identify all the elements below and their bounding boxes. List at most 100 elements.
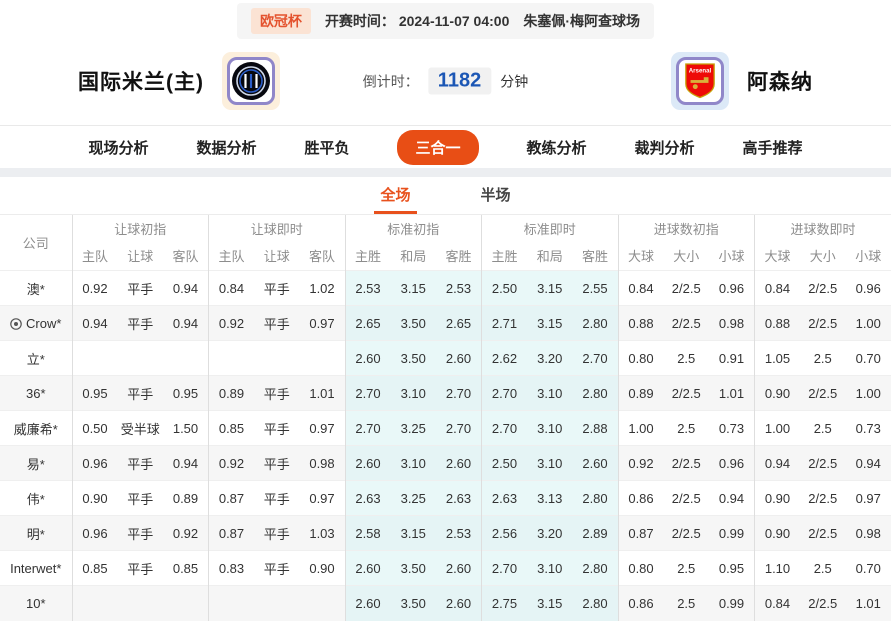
league-badge: 欧冠杯 — [250, 8, 311, 34]
odds-cell-handicap_initial-1: 0.96 — [71, 445, 118, 481]
odds-cell-standard_initial-2: 3.50 — [390, 585, 436, 621]
col-group-handicap_initial: 让球初指 — [71, 214, 209, 242]
odds-cell-handicap_live-1: 0.87 — [208, 515, 254, 551]
odds-cell-standard_initial-3: 2.60 — [436, 550, 482, 586]
odds-cell-goals_live-3: 1.00 — [845, 375, 891, 411]
match-odds-page: 欧冠杯 开赛时间： 2024-11-07 04:00 朱塞佩·梅阿查球场 国际米… — [0, 0, 891, 624]
odds-cell-goals_initial-3: 0.96 — [709, 270, 755, 306]
odds-cell-goals_live-2: 2/2.5 — [800, 270, 846, 306]
odds-cell-handicap_initial-3: 0.85 — [163, 550, 209, 586]
odds-cell-standard_initial-3: 2.60 — [436, 585, 482, 621]
away-team-name: 阿森纳 — [747, 71, 813, 94]
company-cell[interactable]: 明* — [0, 515, 72, 551]
company-cell[interactable]: 澳* — [0, 270, 72, 306]
odds-cell-handicap_live-1: 0.92 — [208, 445, 254, 481]
odds-cell-standard_initial-1: 2.70 — [344, 410, 391, 446]
subtab-1[interactable]: 全场 — [374, 177, 417, 214]
odds-cell-standard_live-3: 2.80 — [572, 550, 618, 586]
nav-tab-6[interactable]: 裁判分析 — [635, 137, 695, 158]
odds-cell-handicap_live-1: 0.92 — [208, 305, 254, 341]
arsenal-crest-icon: Arsenal — [676, 57, 724, 105]
col-sub-handicap_live-1: 主队 — [208, 241, 254, 271]
analysis-nav-tabs: 现场分析 数据分析 胜平负 三合一 教练分析 裁判分析 高手推荐 — [0, 125, 891, 168]
col-group-goals_initial: 进球数初指 — [617, 214, 755, 242]
odds-cell-goals_initial-1: 0.89 — [617, 375, 664, 411]
col-sub-handicap_initial-3: 客队 — [172, 249, 199, 265]
odds-cell-handicap_initial-2 — [117, 340, 163, 376]
odds-cell-handicap_live-3: 0.90 — [299, 550, 345, 586]
odds-cell-standard_initial-3: 2.53 — [436, 270, 482, 306]
countdown-unit: 分钟 — [500, 73, 529, 89]
company-cell[interactable]: 伟* — [0, 480, 72, 516]
odds-cell-handicap_live-2: 平手 — [254, 270, 300, 306]
odds-cell-handicap_initial-3: 0.94 — [163, 445, 209, 481]
nav-tab-2[interactable]: 数据分析 — [196, 137, 256, 158]
company-cell[interactable]: 36* — [0, 375, 72, 411]
company-cell[interactable]: Crow* — [0, 305, 72, 341]
odds-cell-handicap_initial-2: 平手 — [117, 480, 163, 516]
nav-tab-7[interactable]: 高手推荐 — [743, 137, 803, 158]
odds-cell-standard_live-2: 3.10 — [527, 550, 573, 586]
nav-tab-1[interactable]: 现场分析 — [88, 137, 148, 158]
odds-cell-goals_live-3: 0.73 — [845, 410, 891, 446]
odds-cell-goals_initial-1: 0.86 — [617, 480, 664, 516]
nav-tab-4[interactable]: 三合一 — [397, 129, 479, 165]
company-cell[interactable]: 立* — [0, 340, 72, 376]
soccer-ball-icon — [10, 317, 22, 330]
odds-row: 澳* 0.92 平手 0.94 0.84 平手 1.02 2.53 3.15 2.53 2.50 3.… — [0, 270, 891, 306]
kickoff-text: 开赛时间： 2024-11-07 04:00 — [325, 11, 509, 31]
odds-cell-goals_live-1: 0.94 — [754, 445, 800, 481]
odds-cell-handicap_initial-3: 0.94 — [163, 305, 209, 341]
odds-cell-goals_live-2: 2/2.5 — [800, 480, 846, 516]
odds-cell-handicap_initial-2: 受半球 — [117, 410, 163, 446]
odds-cell-handicap_initial-3: 1.50 — [163, 410, 209, 446]
divider-strip — [0, 168, 891, 177]
odds-cell-standard_initial-2: 3.15 — [390, 515, 436, 551]
company-cell[interactable]: 威廉希* — [0, 410, 72, 446]
odds-cell-standard_initial-1: 2.60 — [344, 550, 391, 586]
nav-tab-3[interactable]: 胜平负 — [304, 137, 349, 158]
odds-cell-standard_initial-1: 2.58 — [344, 515, 391, 551]
odds-cell-handicap_live-3 — [299, 585, 345, 621]
company-cell[interactable]: Interwet* — [0, 550, 72, 586]
odds-cell-goals_initial-2: 2/2.5 — [663, 375, 709, 411]
odds-cell-handicap_initial-1: 0.95 — [71, 375, 118, 411]
countdown-value: 1182 — [427, 67, 492, 95]
odds-cell-standard_initial-3: 2.60 — [436, 445, 482, 481]
odds-cell-handicap_live-3: 1.03 — [299, 515, 345, 551]
odds-cell-standard_live-1: 2.75 — [481, 585, 527, 621]
odds-cell-goals_initial-2: 2.5 — [663, 550, 709, 586]
odds-cell-standard_live-2: 3.10 — [527, 375, 573, 411]
odds-cell-handicap_live-2 — [254, 585, 300, 621]
odds-cell-handicap_live-1: 0.84 — [208, 270, 254, 306]
odds-cell-standard_live-2: 3.10 — [527, 410, 573, 446]
odds-cell-handicap_initial-1 — [71, 340, 118, 376]
odds-cell-handicap_initial-2: 平手 — [117, 515, 163, 551]
odds-cell-handicap_live-1 — [208, 340, 254, 376]
arsenal-logo: Arsenal — [671, 52, 729, 110]
odds-cell-standard_live-1: 2.70 — [481, 375, 527, 411]
odds-cell-standard_live-3: 2.80 — [572, 585, 618, 621]
nav-tab-5[interactable]: 教练分析 — [527, 137, 587, 158]
odds-cell-goals_live-2: 2/2.5 — [800, 445, 846, 481]
odds-cell-handicap_initial-3 — [163, 585, 209, 621]
odds-cell-handicap_initial-3: 0.95 — [163, 375, 209, 411]
odds-cell-goals_live-1: 1.00 — [754, 410, 800, 446]
odds-cell-goals_live-1: 0.90 — [754, 375, 800, 411]
odds-cell-handicap_live-1: 0.89 — [208, 375, 254, 411]
odds-cell-goals_live-3: 0.98 — [845, 515, 891, 551]
odds-cell-handicap_initial-2: 平手 — [117, 550, 163, 586]
odds-cell-standard_live-1: 2.50 — [481, 445, 527, 481]
odds-cell-standard_live-2: 3.20 — [527, 515, 573, 551]
kickoff-info-box: 欧冠杯 开赛时间： 2024-11-07 04:00 朱塞佩·梅阿查球场 — [236, 3, 655, 39]
odds-cell-handicap_initial-2: 平手 — [117, 445, 163, 481]
company-cell[interactable]: 10* — [0, 585, 72, 621]
subtab-2[interactable]: 半场 — [475, 177, 517, 214]
odds-cell-standard_initial-3: 2.70 — [436, 375, 482, 411]
odds-cell-standard_initial-3: 2.70 — [436, 410, 482, 446]
odds-cell-standard_initial-1: 2.60 — [344, 340, 391, 376]
odds-cell-goals_live-2: 2.5 — [800, 550, 846, 586]
odds-cell-standard_live-2: 3.15 — [527, 585, 573, 621]
company-cell[interactable]: 易* — [0, 445, 72, 481]
odds-cell-handicap_initial-1: 0.50 — [71, 410, 118, 446]
